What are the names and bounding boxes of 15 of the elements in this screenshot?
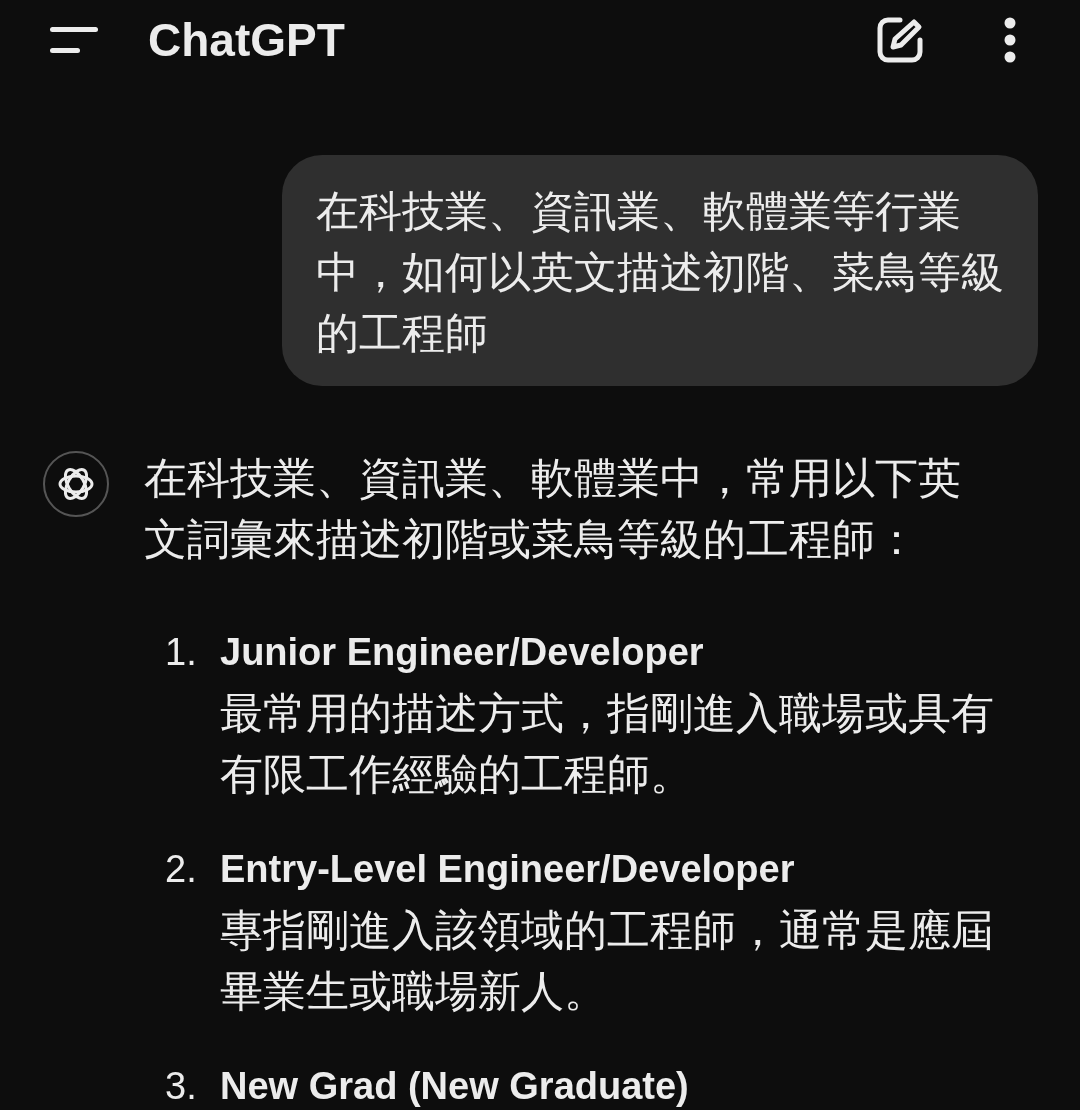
assistant-logo-icon [43,451,109,517]
list-item-title: Entry-Level Engineer/Developer [220,847,796,892]
user-message: 在科技業、資訊業、軟體業等行業中，如何以英文描述初階、菜鳥等級的工程師 [282,155,1038,386]
new-chat-icon[interactable] [876,16,924,64]
list-item-description: 最常用的描述方式，指剛進入職場或具有有限工作經驗的工程師。 [220,688,995,800]
list-item-description: 專指剛進入該領域的工程師，通常是應屆畢業生或職場新人。 [220,905,995,1017]
list-item-title: New Grad (New Graduate) [220,1064,689,1109]
app-title: ChatGPT [148,17,345,63]
more-options-icon[interactable] [1004,17,1016,63]
menu-icon[interactable] [50,25,98,55]
assistant-message: 在科技業、資訊業、軟體業中，常用以下英文詞彙來描述初階或菜鳥等級的工程師： [144,453,962,565]
list-number: 3. [165,1064,198,1109]
list-number: 1. [165,630,198,675]
list-number: 2. [165,847,198,892]
list-item-title: Junior Engineer/Developer [220,630,705,675]
